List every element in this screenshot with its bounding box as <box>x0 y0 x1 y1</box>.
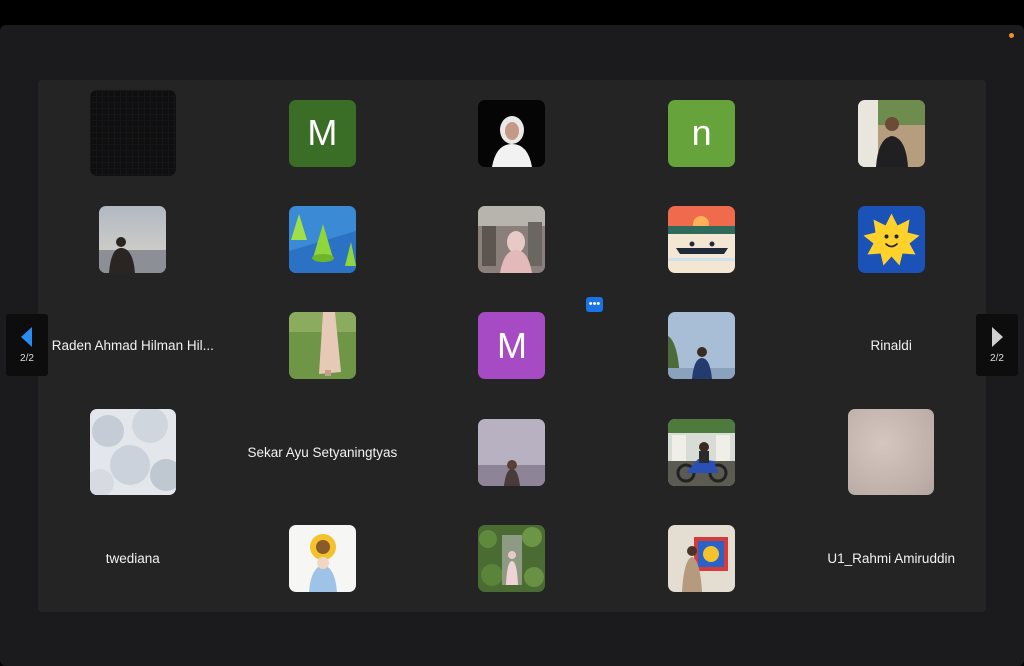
participant-tile[interactable] <box>228 506 418 612</box>
avatar-photo <box>99 206 167 274</box>
previous-page-button[interactable]: 2/2 <box>6 314 48 376</box>
participant-tile[interactable]: Rinaldi <box>796 293 986 399</box>
participant-tile[interactable] <box>607 506 797 612</box>
avatar-photo <box>668 312 736 380</box>
participant-gallery-grid: Mn Raden Ahmad Hilman Hil... M Rinaldi Sekar… <box>38 80 986 612</box>
participant-tile[interactable] <box>607 293 797 399</box>
participant-name: twediana <box>105 551 160 567</box>
participant-tile[interactable]: U1_Rahmi Amiruddin <box>796 506 986 612</box>
avatar-photo <box>668 418 736 486</box>
participant-tile[interactable] <box>796 399 986 505</box>
participant-name: Sekar Ayu Setyaningtyas <box>247 444 398 460</box>
participant-tile[interactable] <box>607 399 797 505</box>
meeting-window: Mn Raden Ahmad Hilman Hil... M Rinaldi Sekar… <box>0 25 1024 666</box>
avatar-photo <box>478 206 546 274</box>
more-options-icon: ••• <box>588 298 601 310</box>
page-indicator: 2/2 <box>20 352 34 364</box>
participant-tile[interactable]: n <box>607 80 797 186</box>
participant-name: Raden Ahmad Hilman Hil... <box>51 338 214 354</box>
participant-tile[interactable]: twediana <box>38 506 228 612</box>
participant-tile[interactable] <box>796 186 986 292</box>
participant-tile[interactable] <box>38 186 228 292</box>
avatar-photo <box>288 525 356 593</box>
avatar-photo <box>668 206 736 274</box>
participant-tile[interactable] <box>38 399 228 505</box>
avatar-initial: n <box>668 99 736 167</box>
next-page-button[interactable]: 2/2 <box>976 314 1018 376</box>
avatar-letter: n <box>691 112 712 154</box>
participant-tile[interactable] <box>417 399 607 505</box>
participant-tile[interactable] <box>417 506 607 612</box>
participant-tile[interactable]: M <box>228 80 418 186</box>
participant-tile[interactable]: M <box>417 293 607 399</box>
avatar-initial: M <box>288 99 356 167</box>
avatar-photo <box>288 206 356 274</box>
avatar-photo <box>478 418 546 486</box>
participant-tile[interactable] <box>607 186 797 292</box>
participant-tile[interactable]: Sekar Ayu Setyaningtyas <box>228 399 418 505</box>
participant-name: Rinaldi <box>870 338 912 354</box>
avatar-photo <box>848 409 935 496</box>
participant-name: U1_Rahmi Amiruddin <box>827 551 955 567</box>
arrow-right-icon <box>992 326 1003 347</box>
avatar-photo <box>857 206 925 274</box>
avatar-photo <box>478 525 546 593</box>
participant-tile[interactable] <box>228 186 418 292</box>
page-indicator: 2/2 <box>990 352 1004 364</box>
participant-tile[interactable] <box>228 293 418 399</box>
participant-tile[interactable] <box>417 80 607 186</box>
avatar-photo <box>288 312 356 380</box>
more-options-button[interactable]: ••• <box>586 297 603 312</box>
recording-indicator-icon <box>1009 33 1014 38</box>
avatar-photo <box>857 99 925 167</box>
avatar-letter: M <box>496 324 527 366</box>
participant-tile[interactable] <box>417 186 607 292</box>
arrow-left-icon <box>21 326 32 347</box>
avatar-initial: M <box>478 312 546 380</box>
avatar-photo <box>478 99 546 167</box>
avatar-photo <box>89 409 176 496</box>
participant-tile[interactable]: Raden Ahmad Hilman Hil... <box>38 293 228 399</box>
avatar-photo <box>668 525 736 593</box>
participant-tile[interactable] <box>796 80 986 186</box>
avatar-letter: M <box>307 112 338 154</box>
avatar-photo <box>89 90 176 177</box>
participant-tile[interactable] <box>38 80 228 186</box>
